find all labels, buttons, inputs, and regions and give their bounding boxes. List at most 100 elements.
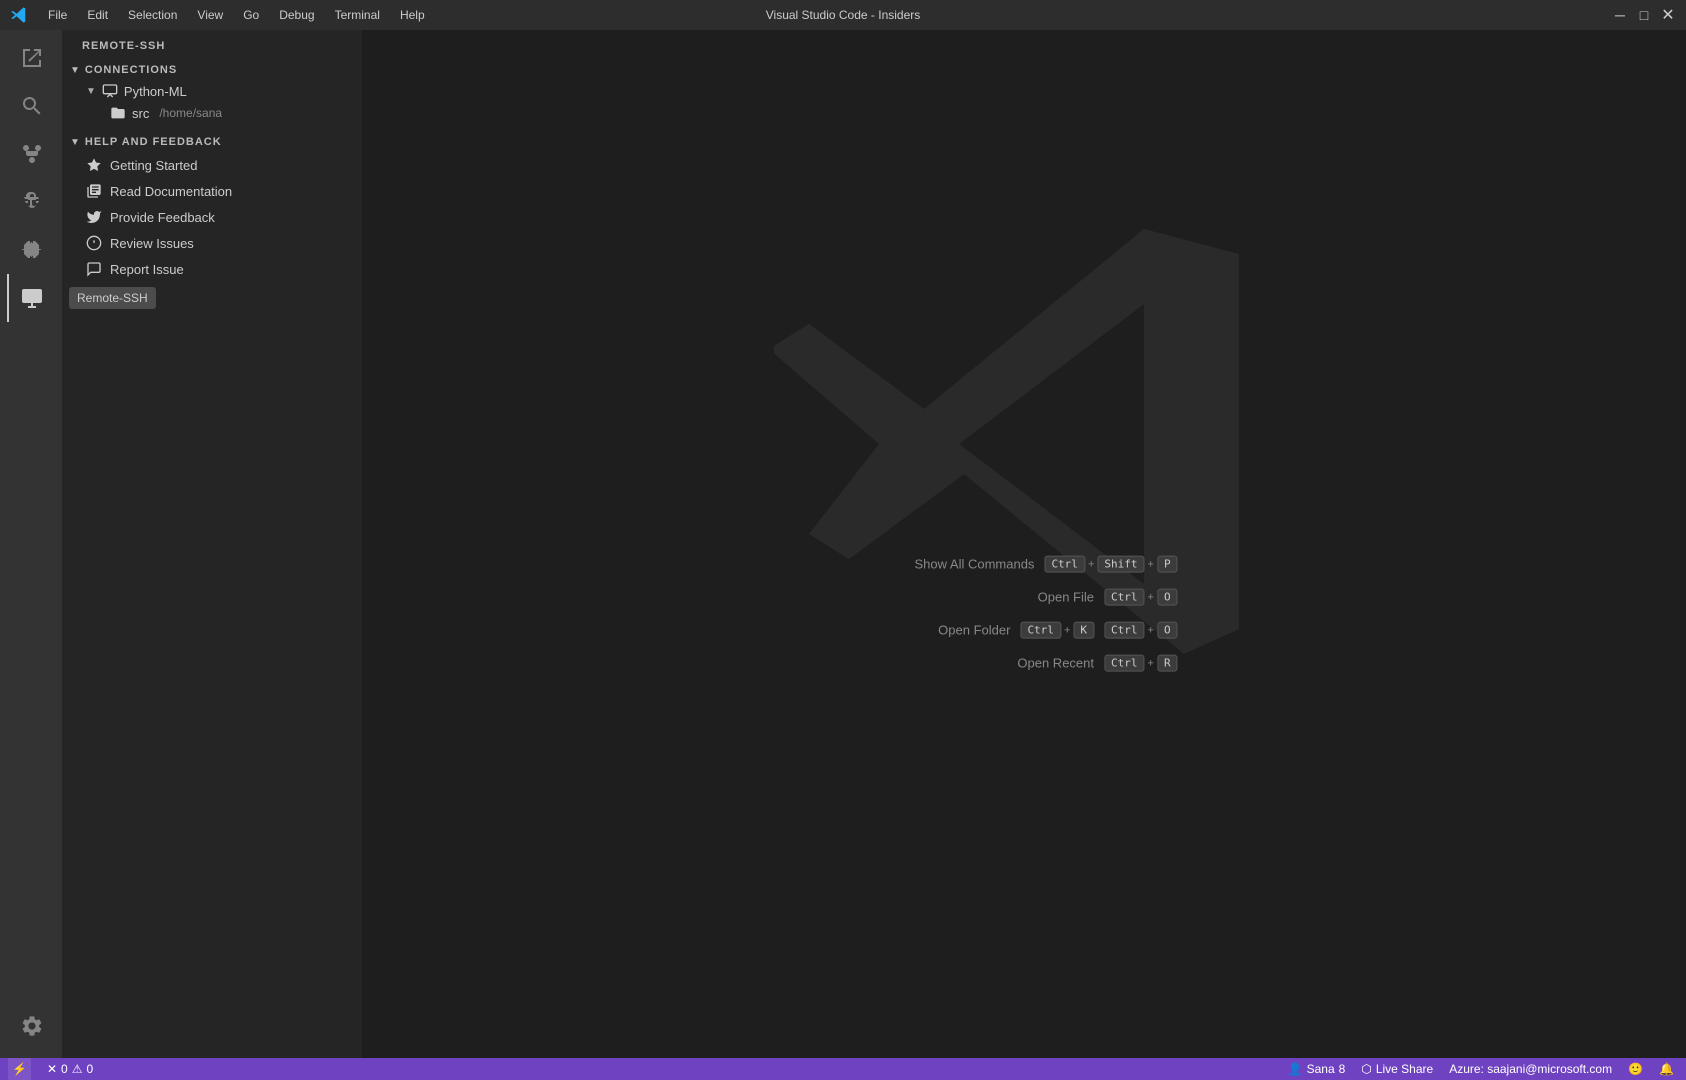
error-icon: ✕ bbox=[47, 1062, 57, 1076]
comment-icon bbox=[86, 261, 102, 277]
cmd-open-folder-label: Open Folder bbox=[870, 623, 1010, 638]
editor-area: Show All Commands Ctrl + Shift + P Open … bbox=[362, 30, 1686, 1058]
activity-search[interactable] bbox=[7, 82, 55, 130]
help-review-issues[interactable]: Review Issues bbox=[62, 230, 362, 256]
sidebar-content: ▼ CONNECTIONS ▼ Python-ML src /home/sana bbox=[62, 60, 362, 1058]
user-icon: 👤 bbox=[1288, 1062, 1303, 1076]
monitor-icon bbox=[102, 83, 118, 99]
live-share-icon: ⬡ bbox=[1361, 1062, 1371, 1076]
statusbar-face[interactable]: 🙂 bbox=[1624, 1062, 1647, 1076]
activity-remote-ssh[interactable]: Remote-SSH bbox=[7, 274, 55, 322]
kbd-ctrl-5: Ctrl bbox=[1104, 655, 1145, 672]
maximize-button[interactable]: □ bbox=[1636, 9, 1652, 21]
cmd-show-all-commands: Show All Commands Ctrl + Shift + P bbox=[870, 556, 1177, 573]
warning-count: 0 bbox=[86, 1062, 93, 1076]
connections-chevron-icon: ▼ bbox=[70, 65, 81, 76]
statusbar: ⚡ ✕ 0 ⚠ 0 👤 Sana 8 ⬡ Live Share Azure: s… bbox=[0, 1058, 1686, 1080]
vscode-logo-icon bbox=[10, 6, 28, 24]
user-name: Sana bbox=[1307, 1062, 1335, 1076]
connection-python-ml[interactable]: ▼ Python-ML bbox=[62, 80, 362, 102]
activity-bar: Remote-SSH bbox=[0, 30, 62, 1058]
statusbar-bell[interactable]: 🔔 bbox=[1655, 1062, 1678, 1076]
kbd-r: R bbox=[1157, 655, 1178, 672]
minimize-button[interactable]: ─ bbox=[1612, 9, 1628, 21]
help-read-docs[interactable]: Read Documentation bbox=[62, 178, 362, 204]
close-button[interactable]: ✕ bbox=[1660, 9, 1676, 21]
bell-icon: 🔔 bbox=[1659, 1062, 1674, 1076]
star-icon bbox=[86, 157, 102, 173]
help-provide-feedback[interactable]: Provide Feedback bbox=[62, 204, 362, 230]
activity-explorer[interactable] bbox=[7, 34, 55, 82]
cmd-open-recent-keys: Ctrl + R bbox=[1104, 655, 1178, 672]
cmd-show-all-commands-label: Show All Commands bbox=[894, 557, 1034, 572]
kbd-ctrl-2: Ctrl bbox=[1104, 589, 1145, 606]
help-getting-started[interactable]: Getting Started bbox=[62, 152, 362, 178]
statusbar-right: 👤 Sana 8 ⬡ Live Share Azure: saajani@mic… bbox=[1284, 1062, 1678, 1076]
sidebar: REMOTE-SSH ▼ CONNECTIONS ▼ Python-ML bbox=[62, 30, 362, 1058]
main-layout: Remote-SSH REMOTE-SSH ▼ CONNECTIONS ▼ bbox=[0, 30, 1686, 1058]
kbd-ctrl-3: Ctrl bbox=[1020, 622, 1061, 639]
kbd-shift: Shift bbox=[1097, 556, 1144, 573]
live-share-label: Live Share bbox=[1376, 1062, 1433, 1076]
statusbar-user[interactable]: 👤 Sana 8 bbox=[1284, 1062, 1350, 1076]
kbd-k: K bbox=[1073, 622, 1094, 639]
kbd-ctrl: Ctrl bbox=[1044, 556, 1085, 573]
sidebar-panel-title: REMOTE-SSH bbox=[62, 30, 362, 60]
help-report-issue[interactable]: Report Issue bbox=[62, 256, 362, 282]
activity-extensions[interactable] bbox=[7, 226, 55, 274]
cmd-open-folder: Open Folder Ctrl + K Ctrl + O bbox=[870, 622, 1177, 639]
menu-view[interactable]: View bbox=[189, 6, 231, 24]
folder-src-name: src bbox=[132, 106, 149, 121]
menu-terminal[interactable]: Terminal bbox=[327, 6, 388, 24]
read-docs-label: Read Documentation bbox=[110, 184, 232, 199]
cmd-open-file-label: Open File bbox=[954, 590, 1094, 605]
menu-help[interactable]: Help bbox=[392, 6, 433, 24]
error-count: 0 bbox=[61, 1062, 68, 1076]
info-circle-icon bbox=[86, 235, 102, 251]
activity-bottom bbox=[7, 1002, 55, 1058]
menu-file[interactable]: File bbox=[40, 6, 75, 24]
statusbar-azure[interactable]: Azure: saajani@microsoft.com bbox=[1445, 1062, 1616, 1076]
titlebar-controls: ─ □ ✕ bbox=[1612, 9, 1676, 21]
cmd-open-file: Open File Ctrl + O bbox=[870, 589, 1177, 606]
help-section-header[interactable]: ▼ HELP AND FEEDBACK bbox=[62, 132, 362, 152]
menu-debug[interactable]: Debug bbox=[271, 6, 322, 24]
cmd-show-all-commands-keys: Ctrl + Shift + P bbox=[1044, 556, 1177, 573]
titlebar-menu: File Edit Selection View Go Debug Termin… bbox=[40, 6, 433, 24]
activity-scm[interactable] bbox=[7, 130, 55, 178]
activity-debug[interactable] bbox=[7, 178, 55, 226]
azure-label: Azure: saajani@microsoft.com bbox=[1449, 1062, 1612, 1076]
menu-edit[interactable]: Edit bbox=[79, 6, 116, 24]
cmd-open-folder-keys: Ctrl + K Ctrl + O bbox=[1020, 622, 1177, 639]
help-chevron-icon: ▼ bbox=[70, 137, 81, 148]
python-ml-chevron-icon: ▼ bbox=[86, 86, 96, 97]
connections-label: CONNECTIONS bbox=[85, 64, 177, 76]
user-number: 8 bbox=[1339, 1062, 1346, 1076]
kbd-ctrl-4: Ctrl bbox=[1104, 622, 1145, 639]
remote-icon: ⚡ bbox=[12, 1062, 27, 1076]
warning-icon: ⚠ bbox=[72, 1062, 83, 1076]
cmd-open-file-keys: Ctrl + O bbox=[1104, 589, 1178, 606]
folder-icon bbox=[110, 105, 126, 121]
connections-section-header[interactable]: ▼ CONNECTIONS bbox=[62, 60, 362, 80]
folder-src[interactable]: src /home/sana bbox=[62, 102, 362, 124]
menu-go[interactable]: Go bbox=[235, 6, 267, 24]
titlebar-left: File Edit Selection View Go Debug Termin… bbox=[10, 6, 433, 24]
welcome-commands: Show All Commands Ctrl + Shift + P Open … bbox=[870, 556, 1177, 672]
statusbar-remote[interactable]: ⚡ bbox=[8, 1058, 31, 1080]
folder-src-path: /home/sana bbox=[159, 106, 222, 120]
activity-settings[interactable] bbox=[7, 1002, 55, 1050]
menu-selection[interactable]: Selection bbox=[120, 6, 185, 24]
twitter-icon bbox=[86, 209, 102, 225]
cmd-open-recent-label: Open Recent bbox=[954, 656, 1094, 671]
python-ml-name: Python-ML bbox=[124, 84, 187, 99]
titlebar: File Edit Selection View Go Debug Termin… bbox=[0, 0, 1686, 30]
face-icon: 🙂 bbox=[1628, 1062, 1643, 1076]
review-issues-label: Review Issues bbox=[110, 236, 194, 251]
provide-feedback-label: Provide Feedback bbox=[110, 210, 215, 225]
kbd-o: O bbox=[1157, 589, 1178, 606]
statusbar-errors[interactable]: ✕ 0 ⚠ 0 bbox=[43, 1058, 97, 1080]
getting-started-label: Getting Started bbox=[110, 158, 197, 173]
book-icon bbox=[86, 183, 102, 199]
statusbar-live-share[interactable]: ⬡ Live Share bbox=[1357, 1062, 1437, 1076]
